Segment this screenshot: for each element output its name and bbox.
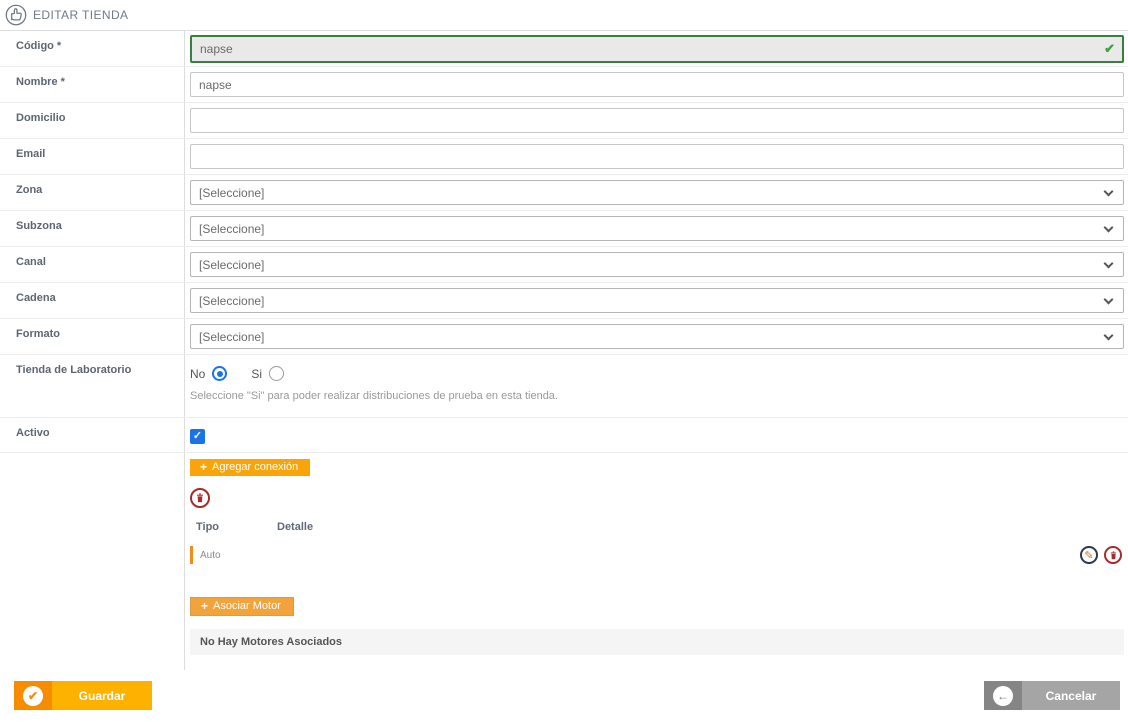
radio-si-label: Si xyxy=(251,366,263,381)
form-row-formato: Formato [Seleccione] xyxy=(0,319,1128,355)
cadena-select[interactable]: [Seleccione] xyxy=(190,288,1124,313)
canal-select[interactable]: [Seleccione] xyxy=(190,252,1124,277)
subzona-select-value: [Seleccione] xyxy=(199,221,265,236)
plus-icon: + xyxy=(201,599,209,613)
laboratorio-help-text: Seleccione "Si" para poder realizar dist… xyxy=(190,390,558,402)
chevron-down-icon xyxy=(1103,294,1114,305)
chevron-down-icon xyxy=(1103,186,1114,197)
zona-select-value: [Seleccione] xyxy=(199,185,265,200)
cancel-button[interactable]: ← Cancelar xyxy=(984,681,1120,710)
subzona-label: Subzona xyxy=(0,211,185,246)
page-header: EDITAR TIENDA xyxy=(0,0,1128,30)
delete-connection-icon[interactable] xyxy=(1104,546,1122,564)
save-icon-segment: ✔ xyxy=(14,681,52,710)
save-button[interactable]: ✔ Guardar xyxy=(14,681,152,710)
domicilio-label: Domicilio xyxy=(0,103,185,138)
form-row-activo: Activo ✓ xyxy=(0,418,1128,453)
connections-table-header: Tipo Detalle xyxy=(190,521,1124,533)
form-row-cadena: Cadena [Seleccione] xyxy=(0,283,1128,319)
zona-label: Zona xyxy=(0,175,185,210)
form-row-zona: Zona [Seleccione] xyxy=(0,175,1128,211)
chevron-down-icon xyxy=(1103,330,1114,341)
edit-store-form: Código * ✔ Nombre * Domicilio Email Zona… xyxy=(0,30,1128,670)
associate-motor-label: Asociar Motor xyxy=(213,600,281,612)
thumbs-up-icon xyxy=(5,4,27,26)
connection-row: Auto ✎ xyxy=(190,544,1124,566)
laboratorio-label: Tienda de Laboratorio xyxy=(0,355,185,417)
arrow-left-circle-icon: ← xyxy=(993,685,1013,706)
cancel-icon-segment: ← xyxy=(984,681,1022,710)
plus-icon: + xyxy=(200,460,208,474)
form-row-laboratorio: Tienda de Laboratorio No Si Seleccione "… xyxy=(0,355,1128,418)
save-button-label: Guardar xyxy=(78,688,126,703)
add-connection-label: Agregar conexión xyxy=(212,461,299,473)
subzona-select[interactable]: [Seleccione] xyxy=(190,216,1124,241)
connections-label-spacer xyxy=(0,453,185,670)
domicilio-input[interactable] xyxy=(190,108,1124,133)
formato-select[interactable]: [Seleccione] xyxy=(190,324,1124,349)
nombre-input[interactable] xyxy=(190,72,1124,97)
form-row-nombre: Nombre * xyxy=(0,67,1128,103)
page-title: EDITAR TIENDA xyxy=(33,8,129,22)
chevron-down-icon xyxy=(1103,258,1114,269)
connections-section: + Agregar conexión Tipo Detalle Auto ✎ +… xyxy=(0,453,1128,670)
pencil-glyph: ✎ xyxy=(1084,549,1094,562)
zona-select[interactable]: [Seleccione] xyxy=(190,180,1124,205)
delete-all-connections-icon[interactable] xyxy=(190,488,210,508)
radio-no-label: No xyxy=(190,366,206,381)
check-circle-icon: ✔ xyxy=(23,685,43,706)
nombre-label: Nombre * xyxy=(0,67,185,102)
email-label: Email xyxy=(0,139,185,174)
form-row-email: Email xyxy=(0,139,1128,175)
detalle-column-header: Detalle xyxy=(277,521,314,533)
canal-label: Canal xyxy=(0,247,185,282)
activo-label: Activo xyxy=(0,418,185,452)
email-input[interactable] xyxy=(190,144,1124,169)
canal-select-value: [Seleccione] xyxy=(199,257,265,272)
activo-checkbox[interactable]: ✓ xyxy=(190,429,205,444)
tipo-column-header: Tipo xyxy=(196,521,220,533)
form-row-canal: Canal [Seleccione] xyxy=(0,247,1128,283)
radio-no[interactable] xyxy=(212,366,228,381)
connection-tipo-value: Auto xyxy=(200,549,221,561)
form-row-subzona: Subzona [Seleccione] xyxy=(0,211,1128,247)
formato-select-value: [Seleccione] xyxy=(199,329,265,344)
form-row-codigo: Código * ✔ xyxy=(0,31,1128,67)
codigo-input[interactable] xyxy=(190,34,1124,63)
row-accent-bar xyxy=(190,546,193,564)
add-connection-button[interactable]: + Agregar conexión xyxy=(190,459,311,476)
chevron-down-icon xyxy=(1103,222,1114,233)
form-row-domicilio: Domicilio xyxy=(0,103,1128,139)
cadena-select-value: [Seleccione] xyxy=(199,293,265,308)
footer-actions: ✔ Guardar ← Cancelar xyxy=(0,681,1128,710)
no-motors-message: No Hay Motores Asociados xyxy=(190,629,1124,655)
radio-si[interactable] xyxy=(269,366,285,381)
associate-motor-button[interactable]: + Asociar Motor xyxy=(190,597,294,616)
cancel-button-label: Cancelar xyxy=(1045,688,1097,703)
formato-label: Formato xyxy=(0,319,185,354)
cadena-label: Cadena xyxy=(0,283,185,318)
edit-connection-icon[interactable]: ✎ xyxy=(1080,546,1098,564)
codigo-label: Código * xyxy=(0,31,185,66)
